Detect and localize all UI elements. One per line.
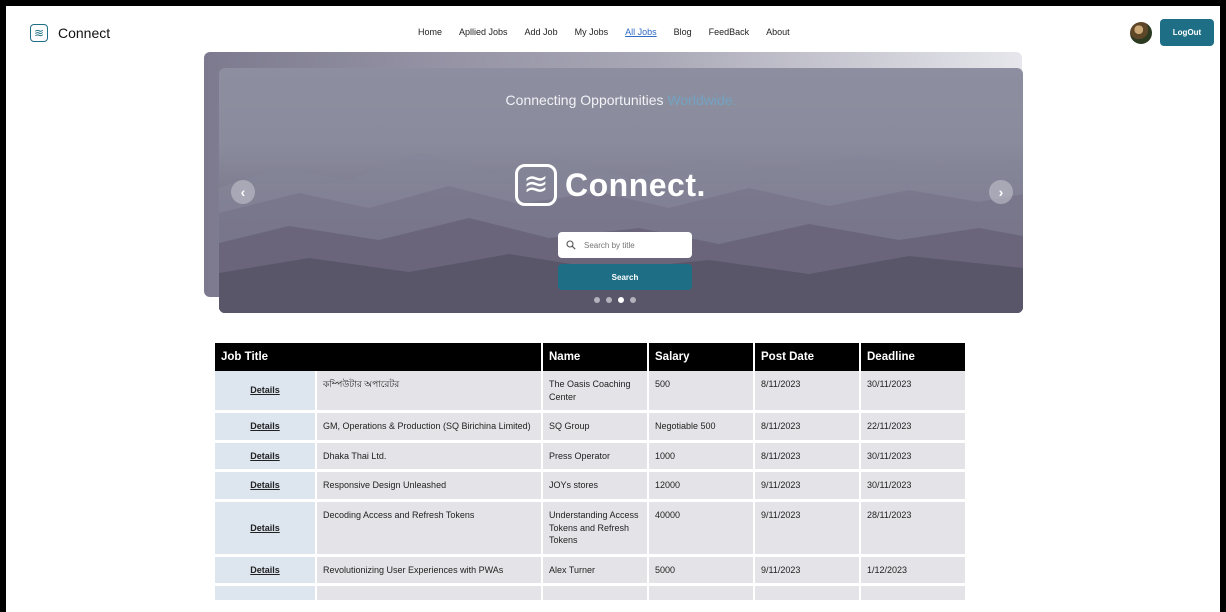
- name-cell: [543, 586, 647, 604]
- deadline-cell: 1/12/2023: [861, 556, 965, 587]
- details-link[interactable]: Details: [215, 556, 315, 587]
- table-header-row: Job Title Name Salary Post Date Deadline: [215, 343, 965, 371]
- job-title-cell: কম্পিউটার অপারেটর: [317, 371, 541, 414]
- jobs-table: Job Title Name Salary Post Date Deadline…: [213, 343, 967, 604]
- details-link[interactable]: Details: [215, 472, 315, 502]
- table-row: Details কম্পিউটার অপারেটর The Oasis Coac…: [215, 371, 965, 414]
- waves-logo-icon: ≋: [30, 24, 48, 42]
- header-deadline: Deadline: [861, 343, 965, 371]
- brand[interactable]: ≋ Connect: [30, 24, 110, 42]
- post-date-cell: 8/11/2023: [755, 413, 859, 443]
- deadline-cell: 30/11/2023: [861, 442, 965, 473]
- search-button[interactable]: Search: [558, 264, 692, 290]
- nav-link-feedback[interactable]: FeedBack: [709, 27, 750, 37]
- details-link[interactable]: Details: [215, 371, 315, 414]
- salary-cell: 1000: [649, 442, 753, 473]
- nav-link-add-job[interactable]: Add Job: [525, 27, 558, 37]
- post-date-cell: 9/11/2023: [755, 556, 859, 587]
- table-row: Details GM, Operations & Production (SQ …: [215, 413, 965, 443]
- deadline-cell: 30/11/2023: [861, 472, 965, 502]
- deadline-cell: 30/11/2023: [861, 371, 965, 414]
- post-date-cell: 8/11/2023: [755, 371, 859, 414]
- salary-cell: 40000: [649, 501, 753, 557]
- details-link-partial: [215, 586, 315, 604]
- name-cell: SQ Group: [543, 413, 647, 443]
- search-field[interactable]: [558, 232, 692, 258]
- tagline-highlight: Worldwide.: [667, 92, 737, 108]
- post-date-cell: [755, 586, 859, 604]
- hero-carousel: Connecting Opportunities Worldwide. ≋ Co…: [219, 68, 1023, 313]
- details-link[interactable]: Details: [215, 501, 315, 557]
- carousel-dot-active[interactable]: [618, 297, 624, 303]
- job-title-cell: Revolutionizing User Experiences with PW…: [317, 556, 541, 587]
- job-title-cell: [317, 586, 541, 604]
- carousel-prev-button[interactable]: ‹: [231, 180, 255, 204]
- header-job-title: Job Title: [215, 343, 541, 371]
- nav-link-blog[interactable]: Blog: [674, 27, 692, 37]
- post-date-cell: 9/11/2023: [755, 501, 859, 557]
- header-name: Name: [543, 343, 647, 371]
- deadline-cell: 28/11/2023: [861, 501, 965, 557]
- post-date-cell: 9/11/2023: [755, 472, 859, 502]
- user-avatar[interactable]: [1130, 22, 1152, 44]
- carousel-dot[interactable]: [606, 297, 612, 303]
- carousel-indicators: [594, 297, 636, 303]
- hero-tagline: Connecting Opportunities Worldwide.: [219, 92, 1023, 108]
- job-title-cell: Decoding Access and Refresh Tokens: [317, 501, 541, 557]
- table-row: Details Dhaka Thai Ltd. Press Operator 1…: [215, 442, 965, 473]
- table-row: Details Revolutionizing User Experiences…: [215, 556, 965, 587]
- job-title-cell: Responsive Design Unleashed: [317, 472, 541, 502]
- name-cell: Understanding Access Tokens and Refresh …: [543, 501, 647, 557]
- nav-links: Home Apllied Jobs Add Job My Jobs All Jo…: [418, 27, 790, 37]
- carousel-dot[interactable]: [630, 297, 636, 303]
- chevron-left-icon: ‹: [240, 184, 246, 200]
- nav-link-applied-jobs[interactable]: Apllied Jobs: [459, 27, 508, 37]
- carousel-next-button[interactable]: ›: [989, 180, 1013, 204]
- name-cell: Press Operator: [543, 442, 647, 473]
- header-salary: Salary: [649, 343, 753, 371]
- salary-cell: 5000: [649, 556, 753, 587]
- deadline-cell: 22/11/2023: [861, 413, 965, 443]
- details-link[interactable]: Details: [215, 413, 315, 443]
- chevron-right-icon: ›: [998, 184, 1004, 200]
- page: ≋ Connect Home Apllied Jobs Add Job My J…: [6, 6, 1220, 612]
- salary-cell: 12000: [649, 472, 753, 502]
- waves-logo-icon: ≋: [515, 164, 557, 206]
- search-input[interactable]: [582, 239, 686, 251]
- post-date-cell: 8/11/2023: [755, 442, 859, 473]
- salary-cell: 500: [649, 371, 753, 414]
- header-post-date: Post Date: [755, 343, 859, 371]
- nav-link-my-jobs[interactable]: My Jobs: [575, 27, 609, 37]
- table-row: Details Responsive Design Unleashed JOYs…: [215, 472, 965, 502]
- table-row: Details Decoding Access and Refresh Toke…: [215, 501, 965, 557]
- nav-link-about[interactable]: About: [766, 27, 790, 37]
- name-cell: JOYs stores: [543, 472, 647, 502]
- tagline-main: Connecting Opportunities: [505, 92, 664, 108]
- brand-name: Connect: [58, 25, 111, 41]
- table-row: [215, 586, 965, 604]
- carousel-dot[interactable]: [594, 297, 600, 303]
- name-cell: The Oasis Coaching Center: [543, 371, 647, 414]
- salary-cell: Negotiable 500: [649, 413, 753, 443]
- deadline-cell: [861, 586, 965, 604]
- job-title-cell: Dhaka Thai Ltd.: [317, 442, 541, 473]
- job-title-cell: GM, Operations & Production (SQ Birichin…: [317, 413, 541, 443]
- nav-link-all-jobs[interactable]: All Jobs: [625, 27, 657, 37]
- salary-cell: [649, 586, 753, 604]
- nav-link-home[interactable]: Home: [418, 27, 442, 37]
- name-cell: Alex Turner: [543, 556, 647, 587]
- logout-button[interactable]: LogOut: [1160, 19, 1214, 46]
- details-link[interactable]: Details: [215, 442, 315, 473]
- hero-logo: ≋ Connect.: [515, 164, 706, 206]
- hero-logo-word: Connect.: [565, 166, 706, 203]
- search-icon: [566, 240, 576, 250]
